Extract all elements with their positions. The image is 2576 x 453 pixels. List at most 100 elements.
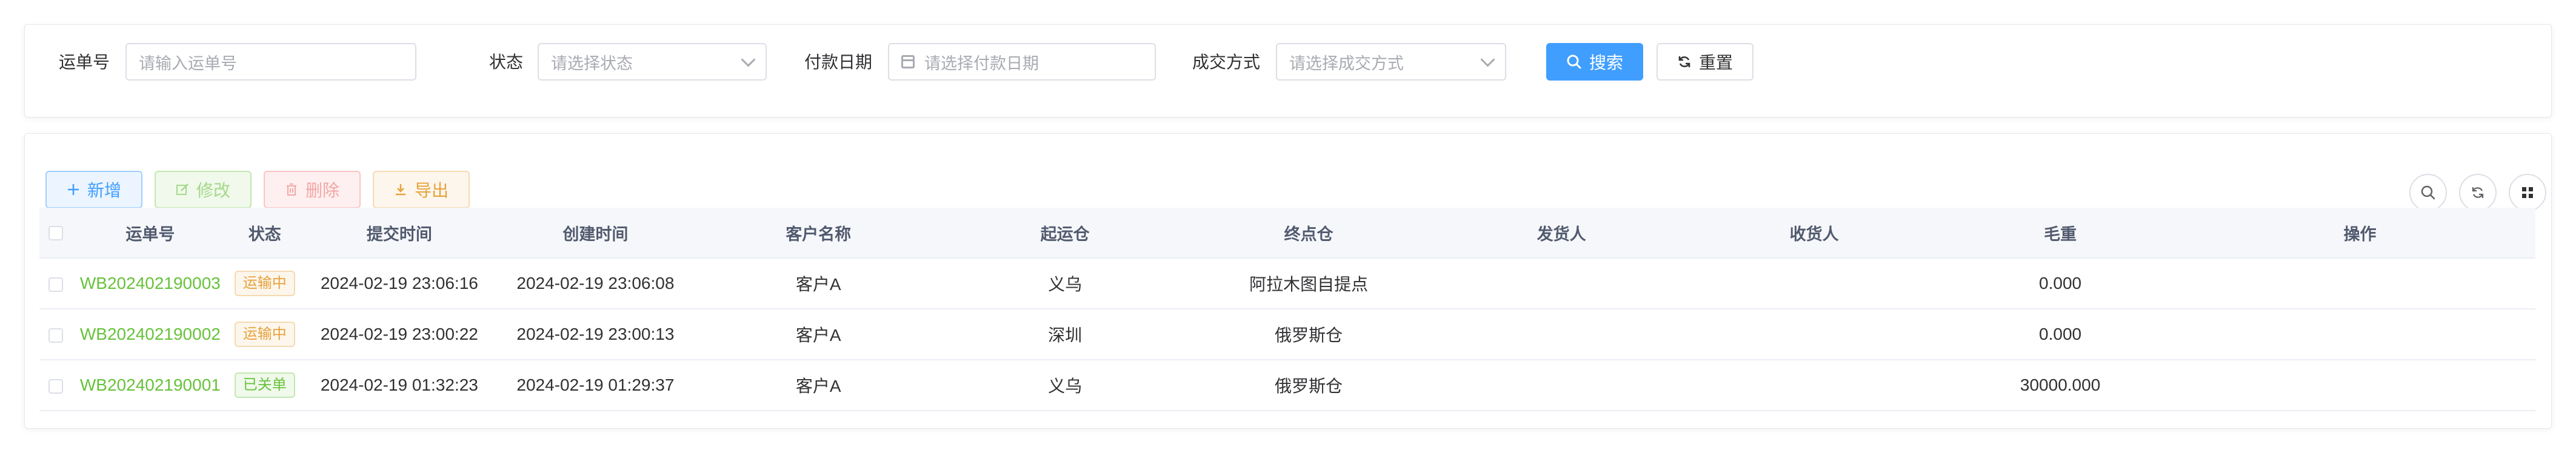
status-select[interactable]: 请选择状态 bbox=[538, 43, 767, 81]
deal-method-placeholder: 请选择成交方式 bbox=[1289, 54, 1404, 73]
select-all-cell[interactable] bbox=[39, 208, 73, 259]
search-form: 运单号 请输入运单号 状态 请选择状态 付款日期 请选择付款日期 成交方式 请选… bbox=[24, 24, 2552, 117]
deal-method-select[interactable]: 请选择成交方式 bbox=[1276, 43, 1506, 81]
edit-button[interactable]: 修改 bbox=[155, 171, 252, 208]
row-checkbox[interactable] bbox=[48, 277, 64, 292]
receiver-cell bbox=[1692, 258, 1937, 309]
page-shell: 运单号 请输入运单号 状态 请选择状态 付款日期 请选择付款日期 成交方式 请选… bbox=[24, 24, 2552, 429]
table-row: WB202402190001 已关单 2024-02-19 01:32:23 2… bbox=[39, 360, 2535, 411]
row-select-cell[interactable] bbox=[39, 360, 73, 411]
receiver-cell bbox=[1692, 309, 1937, 360]
reset-button[interactable]: 重置 bbox=[1657, 43, 1753, 81]
export-button-label: 导出 bbox=[414, 181, 449, 200]
refresh-icon bbox=[2472, 187, 2484, 198]
refresh-button[interactable] bbox=[2459, 174, 2497, 211]
toggle-search-button[interactable] bbox=[2409, 174, 2447, 211]
search-button[interactable]: 搜索 bbox=[1546, 43, 1643, 81]
pay-date-label: 付款日期 bbox=[804, 53, 873, 71]
shipper-cell bbox=[1430, 360, 1693, 411]
search-icon bbox=[1567, 55, 1581, 69]
status-badge: 已关单 bbox=[234, 372, 295, 398]
reset-button-label: 重置 bbox=[1698, 53, 1733, 72]
waybill-cell: WB202402190003 bbox=[72, 258, 229, 309]
search-icon bbox=[2421, 185, 2435, 200]
header-shipper: 发货人 bbox=[1430, 208, 1693, 259]
status-badge: 运输中 bbox=[234, 271, 295, 296]
origin-cell: 义乌 bbox=[943, 360, 1187, 411]
delete-button-label: 删除 bbox=[305, 181, 339, 200]
select-all-checkbox[interactable] bbox=[48, 226, 64, 241]
header-create-time: 创建时间 bbox=[497, 208, 694, 259]
customer-cell: 客户A bbox=[693, 360, 944, 411]
header-origin: 起运仓 bbox=[943, 208, 1187, 259]
header-gross-weight: 毛重 bbox=[1936, 208, 2185, 259]
status-cell: 运输中 bbox=[228, 258, 302, 309]
row-select-cell[interactable] bbox=[39, 309, 73, 360]
origin-cell: 深圳 bbox=[943, 309, 1187, 360]
waybill-cell: WB202402190001 bbox=[72, 360, 229, 411]
status-badge: 运输中 bbox=[234, 322, 295, 347]
submit-time-cell: 2024-02-19 23:06:16 bbox=[301, 258, 498, 309]
create-time-cell: 2024-02-19 01:29:37 bbox=[497, 360, 694, 411]
calendar-icon bbox=[901, 55, 915, 68]
receiver-cell bbox=[1692, 360, 1937, 411]
grid-icon bbox=[2522, 187, 2533, 198]
edit-button-label: 修改 bbox=[196, 181, 230, 200]
plus-icon bbox=[67, 184, 79, 195]
delete-button[interactable]: 删除 bbox=[264, 171, 361, 208]
actions-cell bbox=[2184, 309, 2535, 360]
table-row: WB202402190002 运输中 2024-02-19 23:00:22 2… bbox=[39, 309, 2535, 360]
export-button[interactable]: 导出 bbox=[373, 171, 470, 208]
customer-cell: 客户A bbox=[693, 309, 944, 360]
pay-date-picker[interactable]: 请选择付款日期 bbox=[888, 43, 1156, 81]
search-button-label: 搜索 bbox=[1589, 53, 1623, 72]
add-button-label: 新增 bbox=[87, 181, 121, 200]
gross-weight-cell: 0.000 bbox=[1936, 258, 2185, 309]
row-checkbox[interactable] bbox=[48, 328, 64, 343]
destination-cell: 阿拉木图自提点 bbox=[1187, 258, 1431, 309]
download-icon bbox=[395, 184, 405, 196]
origin-cell: 义乌 bbox=[943, 258, 1187, 309]
waybill-input[interactable]: 请输入运单号 bbox=[125, 43, 416, 81]
header-receiver: 收货人 bbox=[1692, 208, 1937, 259]
shipper-cell bbox=[1430, 258, 1693, 309]
status-cell: 已关单 bbox=[228, 360, 302, 411]
header-submit-time: 提交时间 bbox=[301, 208, 498, 259]
waybill-link[interactable]: WB202402190001 bbox=[80, 375, 221, 394]
table-card: 新增 修改 删除 导出 运单号 状态 提交时间 创建时间 客户名称 起运仓 终点… bbox=[24, 133, 2552, 429]
destination-cell: 俄罗斯仓 bbox=[1187, 309, 1431, 360]
waybill-link[interactable]: WB202402190003 bbox=[80, 274, 221, 293]
pay-date-placeholder: 请选择付款日期 bbox=[924, 54, 1039, 73]
shipper-cell bbox=[1430, 309, 1693, 360]
row-select-cell[interactable] bbox=[39, 258, 73, 309]
edit-icon bbox=[176, 184, 189, 195]
waybill-link[interactable]: WB202402190002 bbox=[80, 325, 221, 343]
chevron-down-icon bbox=[741, 51, 756, 67]
status-placeholder: 请选择状态 bbox=[551, 54, 633, 73]
header-waybill: 运单号 bbox=[72, 208, 229, 259]
submit-time-cell: 2024-02-19 01:32:23 bbox=[301, 360, 498, 411]
actions-cell bbox=[2184, 360, 2535, 411]
waybill-table: 运单号 状态 提交时间 创建时间 客户名称 起运仓 终点仓 发货人 收货人 毛重… bbox=[39, 208, 2535, 411]
table-row: WB202402190003 运输中 2024-02-19 23:06:16 2… bbox=[39, 258, 2535, 309]
chevron-down-icon bbox=[1480, 51, 1495, 67]
status-label: 状态 bbox=[489, 53, 524, 71]
columns-button[interactable] bbox=[2509, 174, 2546, 211]
status-cell: 运输中 bbox=[228, 309, 302, 360]
trash-icon bbox=[286, 184, 296, 196]
row-checkbox[interactable] bbox=[48, 379, 64, 394]
gross-weight-cell: 30000.000 bbox=[1936, 360, 2185, 411]
header-status: 状态 bbox=[228, 208, 302, 259]
actions-cell bbox=[2184, 258, 2535, 309]
destination-cell: 俄罗斯仓 bbox=[1187, 360, 1431, 411]
header-customer: 客户名称 bbox=[693, 208, 944, 259]
submit-time-cell: 2024-02-19 23:00:22 bbox=[301, 309, 498, 360]
add-button[interactable]: 新增 bbox=[45, 171, 142, 208]
waybill-cell: WB202402190002 bbox=[72, 309, 229, 360]
gross-weight-cell: 0.000 bbox=[1936, 309, 2185, 360]
customer-cell: 客户A bbox=[693, 258, 944, 309]
waybill-placeholder: 请输入运单号 bbox=[139, 54, 237, 73]
header-destination: 终点仓 bbox=[1187, 208, 1431, 259]
create-time-cell: 2024-02-19 23:06:08 bbox=[497, 258, 694, 309]
refresh-icon bbox=[1678, 56, 1690, 67]
